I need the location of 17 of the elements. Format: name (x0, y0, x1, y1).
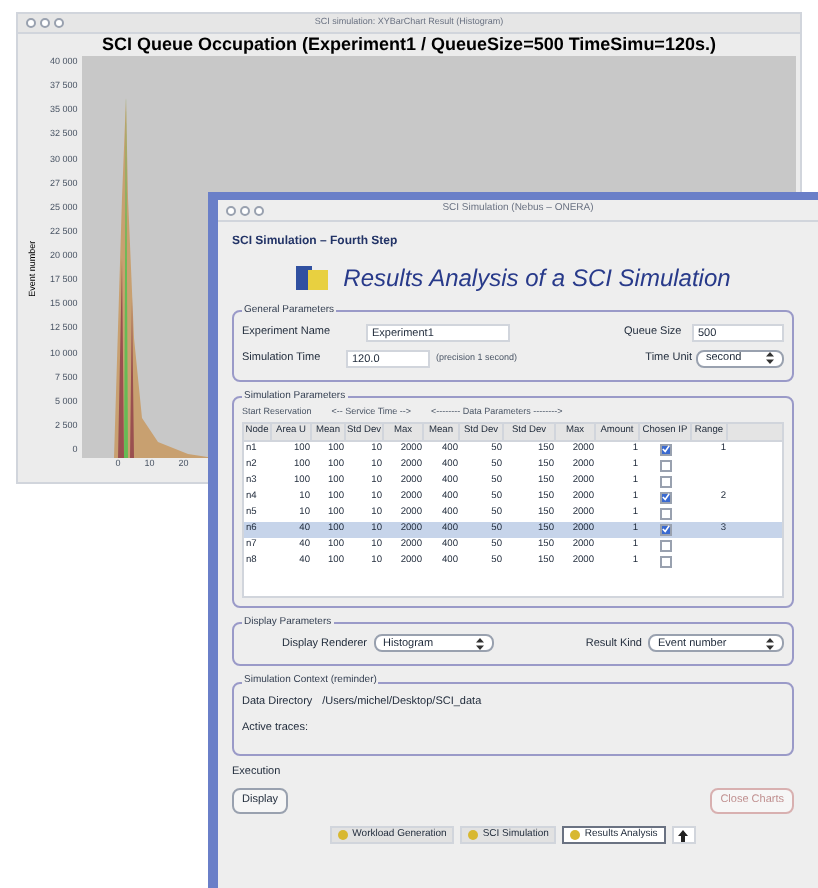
stepper-arrows-icon (475, 637, 483, 650)
window-controls-icon[interactable] (226, 205, 264, 215)
chart-title: SCI Queue Occupation (Experiment1 / QueueSize=500 TimeSimu=120s.) (100, 34, 718, 56)
stepper-arrows-icon (766, 352, 774, 364)
checkbox[interactable] (660, 475, 672, 488)
checkbox[interactable] (660, 491, 672, 504)
checkbox[interactable] (660, 459, 672, 472)
stepper-arrows-icon (766, 637, 774, 650)
checkbox[interactable] (660, 555, 672, 568)
checkbox[interactable] (660, 539, 672, 552)
checkbox[interactable] (660, 507, 672, 520)
logo-icon (295, 266, 328, 290)
heading: Results Analysis of a SCI Simulation (343, 262, 731, 296)
arrow-up-icon[interactable] (671, 826, 696, 844)
window-controls-icon[interactable] (26, 18, 64, 28)
checkbox[interactable] (660, 523, 672, 536)
checkbox[interactable] (660, 443, 672, 456)
